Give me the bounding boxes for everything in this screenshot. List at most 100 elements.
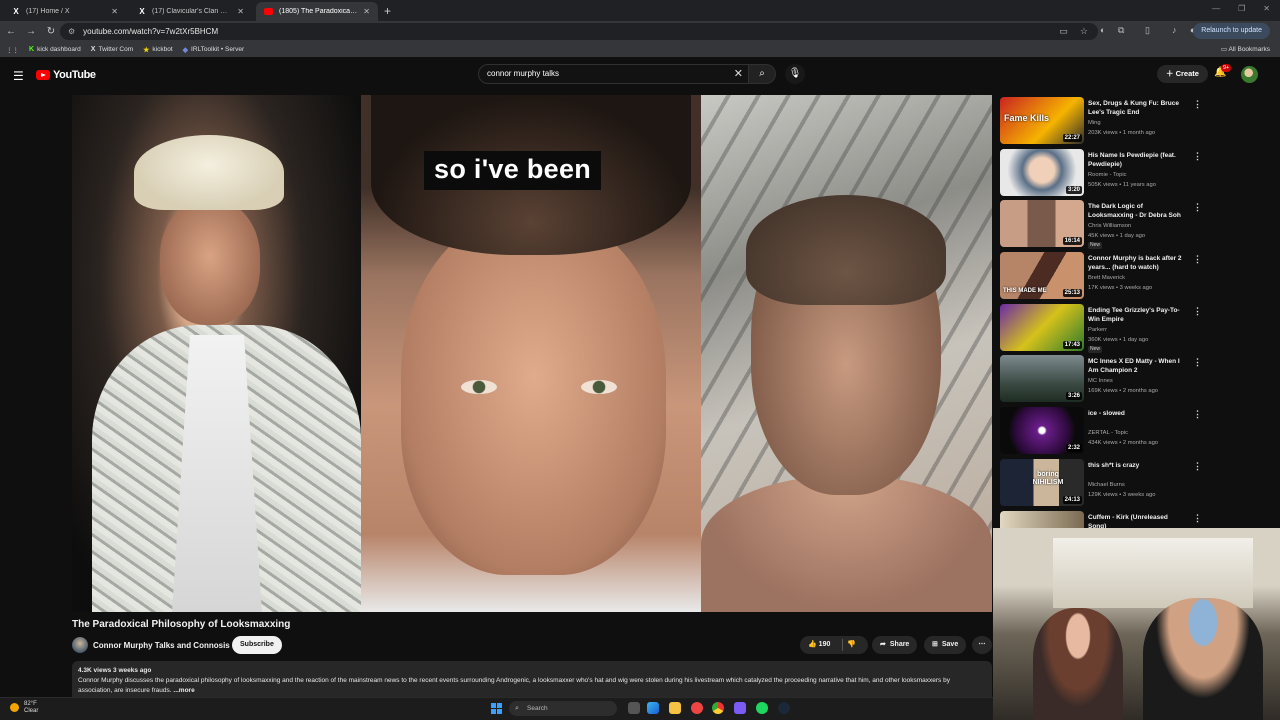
more-actions-button[interactable]: ⋯ [972, 636, 992, 654]
browser-tab-x-home[interactable]: X (17) Home / X ✕ [4, 2, 126, 21]
new-tab-button[interactable]: + [384, 2, 391, 21]
relaunch-button[interactable]: Relaunch to update [1193, 23, 1270, 39]
recommendation-item[interactable]: 2:32 ice - slowed ZERTAL - Topic 434K vi… [1000, 405, 1275, 457]
recommendation-title[interactable]: Connor Murphy is back after 2 years... (… [1088, 254, 1188, 272]
minimize-icon[interactable]: — [1212, 4, 1220, 13]
create-button[interactable]: ＋ Create [1157, 65, 1208, 83]
reload-icon[interactable]: ↻ [42, 26, 60, 37]
spotify-icon[interactable] [756, 702, 768, 714]
description-more-link[interactable]: ...more [173, 687, 194, 694]
browser-tab-youtube[interactable]: (1805) The Paradoxical Philoso... ✕ [256, 2, 378, 21]
steam-icon[interactable] [778, 702, 790, 714]
extension-icon[interactable]: ◐ [1100, 25, 1105, 35]
recommendation-channel[interactable]: Chris Williamson [1088, 223, 1131, 229]
account-avatar[interactable] [1241, 66, 1258, 83]
recommendation-channel[interactable]: Roomie - Topic [1088, 172, 1127, 178]
more-vert-icon[interactable]: ⋮ [1193, 151, 1202, 162]
file-explorer-icon[interactable] [669, 702, 681, 714]
menu-icon[interactable]: ☰ [13, 69, 24, 83]
more-vert-icon[interactable]: ⋮ [1193, 202, 1202, 213]
maximize-icon[interactable]: ❐ [1238, 4, 1245, 13]
recommendation-item[interactable]: 3:20 His Name Is Pewdiepie (feat. Pewdie… [1000, 147, 1275, 199]
app-icon[interactable] [691, 702, 703, 714]
discord-icon[interactable] [734, 702, 746, 714]
bookmark-kickbot[interactable]: ★ kickbot [143, 46, 173, 54]
search-input[interactable]: connor murphy talks ✕ [478, 64, 750, 84]
video-thumbnail[interactable]: THIS MADE ME 25:13 [1000, 252, 1084, 300]
windows-start-icon[interactable] [491, 703, 502, 714]
edge-icon[interactable] [647, 702, 659, 714]
bookmark-twitter[interactable]: X Twitter Com [91, 46, 133, 53]
recommendation-channel[interactable]: Ming [1088, 120, 1101, 126]
bookmark-irltoolkit[interactable]: ◆ IRLToolkit • Server [183, 46, 244, 54]
recommendation-channel[interactable]: Brett Maverick [1088, 275, 1125, 281]
more-vert-icon[interactable]: ⋮ [1193, 461, 1202, 472]
x-icon: X [139, 6, 145, 16]
all-bookmarks[interactable]: ▭ All Bookmarks [1221, 45, 1270, 53]
more-vert-icon[interactable]: ⋮ [1193, 254, 1202, 265]
recommendation-item[interactable]: 3:26 MC Innes X ED Matty - When I Am Cha… [1000, 353, 1275, 405]
video-thumbnail[interactable]: Fame Kills 22:27 [1000, 97, 1084, 144]
forward-icon[interactable]: → [22, 26, 40, 37]
video-thumbnail[interactable]: 17:43 [1000, 303, 1084, 351]
video-thumbnail[interactable]: 3:26 [1000, 355, 1084, 403]
puzzle-icon[interactable]: ⧉ [1118, 25, 1124, 36]
video-player[interactable]: so i've been [72, 95, 992, 612]
side-panel-icon[interactable]: ▯ [1145, 25, 1150, 36]
chrome-icon[interactable] [712, 702, 724, 714]
cast-media-icon[interactable]: ♪ [1172, 25, 1177, 35]
more-vert-icon[interactable]: ⋮ [1193, 357, 1202, 368]
channel-name[interactable]: Connor Murphy Talks and Connosis [93, 641, 230, 650]
recommendation-title[interactable]: ice - slowed [1088, 409, 1188, 418]
recommendation-title[interactable]: Ending Tee Grizzley's Pay-To-Win Empire [1088, 306, 1188, 324]
browser-tab-x-community[interactable]: X (17) Clavicular's Clan Commun... ✕ [130, 2, 252, 21]
recommendation-item[interactable]: Fame Kills 22:27 Sex, Drugs & Kung Fu: B… [1000, 95, 1275, 147]
video-thumbnail[interactable]: 2:32 [1000, 407, 1084, 455]
save-button[interactable]: ⊞ Save [924, 636, 967, 654]
recommendation-item[interactable]: THIS MADE ME 25:13 Connor Murphy is back… [1000, 250, 1275, 302]
bookmark-kick-dashboard[interactable]: Kkick dashboard [29, 46, 81, 53]
recommendation-channel[interactable]: MC Innes [1088, 378, 1113, 384]
recommendation-title[interactable]: Sex, Drugs & Kung Fu: Bruce Lee's Tragic… [1088, 99, 1188, 117]
like-button[interactable]: 👍 190 [808, 636, 830, 654]
video-thumbnail[interactable]: 16:14 [1000, 200, 1084, 248]
clear-search-icon[interactable]: ✕ [734, 65, 743, 83]
cast-icon[interactable]: ▭ [1059, 26, 1068, 37]
recommendation-title[interactable]: His Name Is Pewdiepie (feat. Pewdiepie) [1088, 151, 1188, 169]
recommendation-channel[interactable]: Parkerr [1088, 327, 1107, 333]
more-vert-icon[interactable]: ⋮ [1193, 409, 1202, 420]
subscribe-button[interactable]: Subscribe [232, 636, 282, 654]
recommendation-title[interactable]: MC Innes X ED Matty - When I Am Champion… [1088, 357, 1188, 375]
recommendation-item[interactable]: 17:43 Ending Tee Grizzley's Pay-To-Win E… [1000, 302, 1275, 354]
address-bar[interactable]: ⚙ youtube.com/watch?v=7w2tXr5BHCM ▭ ☆ [60, 23, 1098, 40]
more-vert-icon[interactable]: ⋮ [1193, 306, 1202, 317]
close-window-icon[interactable]: ✕ [1263, 4, 1270, 13]
youtube-logo[interactable]: YouTube [36, 69, 96, 81]
close-icon[interactable]: ✕ [111, 7, 118, 16]
recommendation-title[interactable]: The Dark Logic of Looksmaxxing - Dr Debr… [1088, 202, 1188, 220]
site-info-icon[interactable]: ⚙ [68, 27, 75, 36]
close-icon[interactable]: ✕ [237, 7, 244, 16]
recommendation-item[interactable]: boring NIHILISM 24:13 this sh*t is crazy… [1000, 457, 1275, 509]
more-vert-icon[interactable]: ⋮ [1193, 99, 1202, 110]
video-thumbnail[interactable]: 3:20 [1000, 148, 1084, 196]
recommendation-channel[interactable]: ZERTAL - Topic [1088, 430, 1128, 436]
back-icon[interactable]: ← [2, 26, 20, 37]
channel-avatar[interactable] [72, 637, 88, 653]
taskbar-search[interactable]: ⌕ Search [509, 701, 617, 716]
share-button[interactable]: ➦ Share [872, 636, 918, 654]
dislike-button[interactable]: 👎 [847, 636, 856, 654]
description-box[interactable]: 4.3K views 3 weeks ago Connor Murphy dis… [72, 661, 992, 701]
voice-search-button[interactable]: 🎙 [785, 64, 805, 84]
recommendation-title[interactable]: this sh*t is crazy [1088, 461, 1188, 470]
recommendation-item[interactable]: 16:14 The Dark Logic of Looksmaxxing - D… [1000, 198, 1275, 250]
video-thumbnail[interactable]: boring NIHILISM 24:13 [1000, 458, 1084, 506]
close-icon[interactable]: ✕ [363, 7, 370, 16]
search-button[interactable]: ⌕ [748, 64, 776, 84]
more-vert-icon[interactable]: ⋮ [1193, 513, 1202, 524]
weather-widget[interactable]: 82°F Clear [10, 701, 38, 715]
recommendation-channel[interactable]: Michael Burns [1088, 482, 1125, 488]
bookmark-star-icon[interactable]: ☆ [1080, 26, 1088, 37]
task-view-icon[interactable] [628, 702, 640, 714]
apps-icon[interactable]: ⋮⋮ [6, 46, 19, 54]
